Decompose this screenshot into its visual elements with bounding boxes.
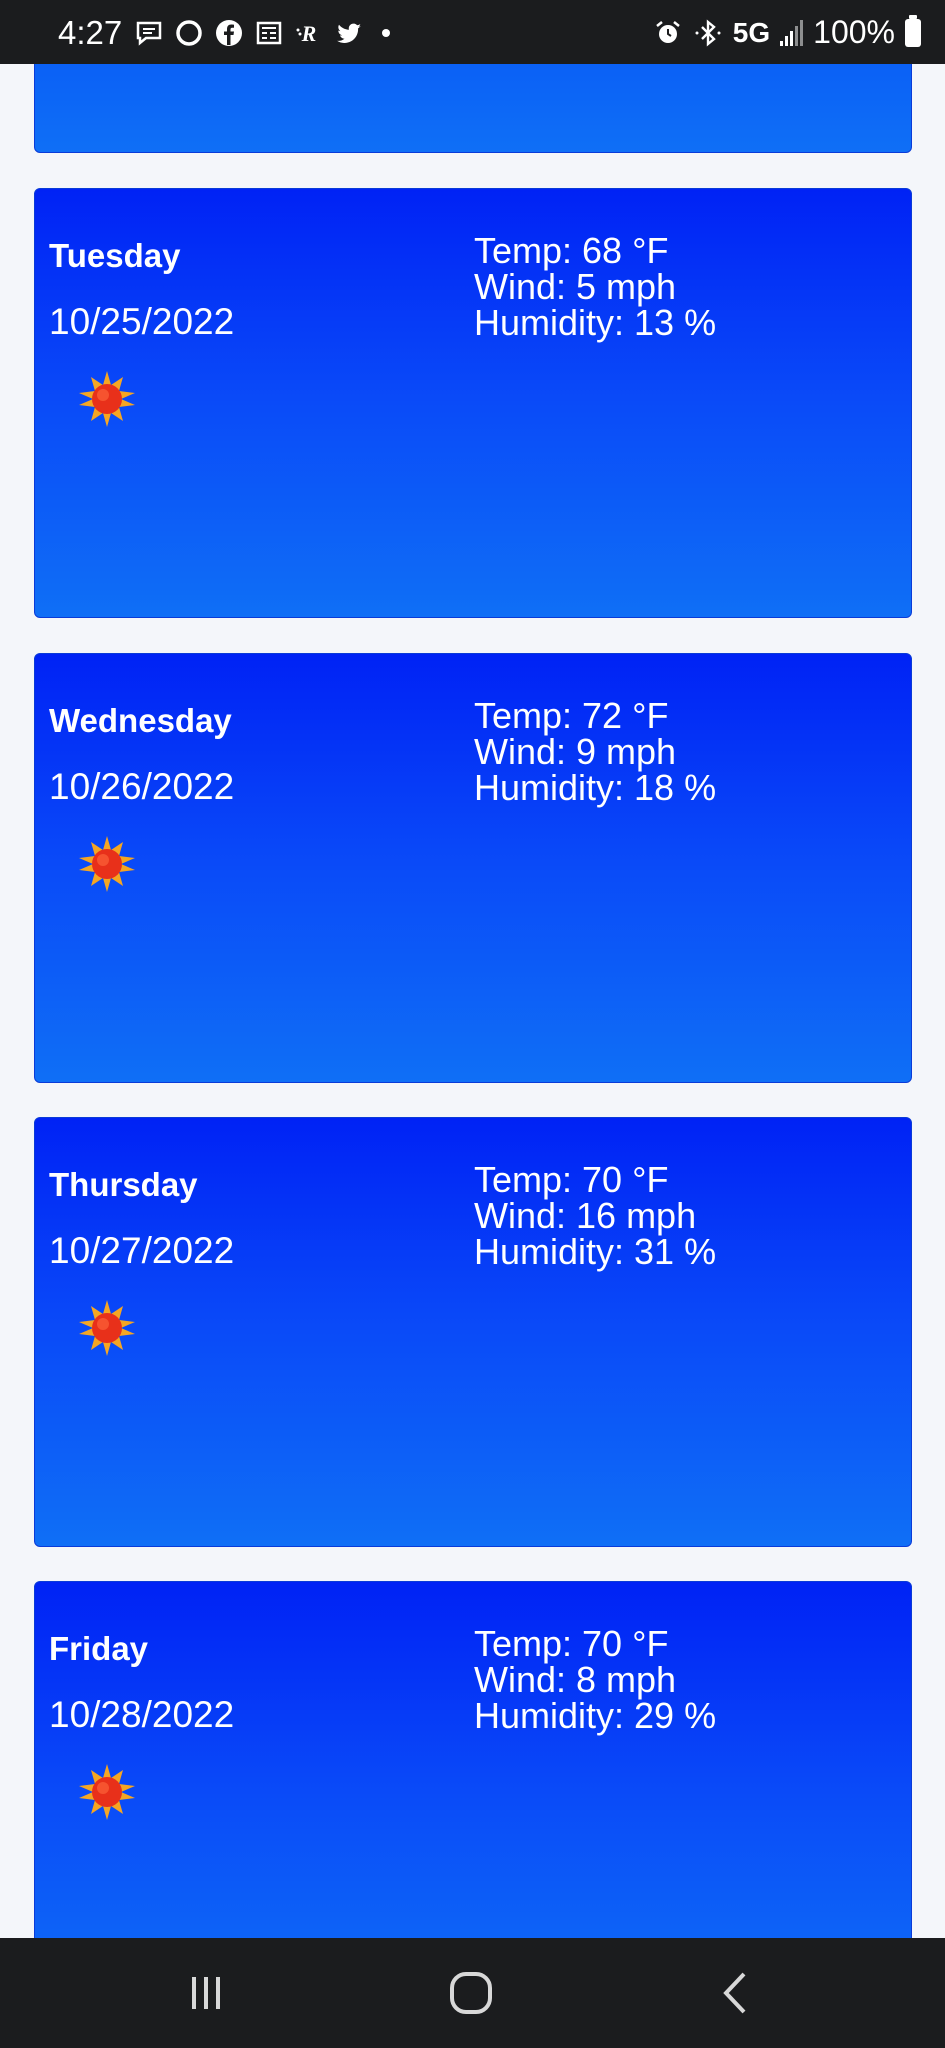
humidity-value: Humidity: 31 %: [474, 1231, 717, 1272]
alarm-icon: [656, 20, 680, 43]
screen: 4:27 R 5G 100% Tuesday 10/25/2022 Temp: …: [0, 0, 945, 2048]
temp-value: Temp: 70 °F: [474, 1623, 669, 1664]
wind-value: Wind: 5 mph: [474, 266, 677, 307]
wind-value: Wind: 9 mph: [474, 731, 677, 772]
weather-stats: Temp: 70 °F Wind: 16 mph Humidity: 31 %: [474, 1162, 716, 1270]
forecast-card-partial: [34, 64, 912, 153]
weather-stats: Temp: 70 °F Wind: 8 mph Humidity: 29 %: [474, 1626, 716, 1734]
forecast-card: Thursday 10/27/2022 Temp: 70 °F Wind: 16…: [34, 1117, 912, 1547]
sun-icon: [79, 371, 135, 427]
ring-icon: [176, 20, 202, 46]
news-icon: [256, 21, 282, 45]
temp-value: Temp: 72 °F: [474, 695, 669, 736]
svg-text:R: R: [301, 21, 317, 46]
recent-apps-icon: [192, 1977, 220, 2009]
status-time: 4:27: [58, 14, 123, 51]
weather-stats: Temp: 68 °F Wind: 5 mph Humidity: 13 %: [474, 233, 716, 341]
temp-value: Temp: 68 °F: [474, 230, 669, 271]
system-status: 5G 100%: [653, 14, 921, 51]
recent-apps-button[interactable]: [176, 1968, 236, 2018]
wind-value: Wind: 8 mph: [474, 1659, 677, 1700]
network-type: 5G: [732, 16, 771, 48]
forecast-card: Wednesday 10/26/2022 Temp: 72 °F Wind: 9…: [34, 653, 912, 1083]
day-name: Friday: [49, 1630, 149, 1667]
home-button[interactable]: [441, 1968, 501, 2018]
day-date: 10/27/2022: [49, 1230, 235, 1271]
bluetooth-icon: [695, 18, 721, 47]
navigation-bar: [0, 1938, 945, 2048]
twitter-icon: [337, 23, 361, 43]
facebook-icon: [216, 20, 242, 46]
day-name: Wednesday: [49, 702, 232, 739]
humidity-value: Humidity: 18 %: [474, 767, 717, 808]
sun-icon: [79, 836, 135, 892]
battery-icon: [905, 14, 921, 47]
humidity-value: Humidity: 13 %: [474, 302, 717, 343]
humidity-value: Humidity: 29 %: [474, 1695, 717, 1736]
r-app-icon: R: [296, 21, 317, 46]
forecast-card: Tuesday 10/25/2022 Temp: 68 °F Wind: 5 m…: [34, 188, 912, 618]
battery-percent: 100%: [813, 14, 895, 50]
status-bar: 4:27 R 5G 100%: [0, 0, 945, 64]
back-button[interactable]: [706, 1968, 766, 2018]
message-icon: [136, 21, 162, 46]
day-date: 10/25/2022: [49, 301, 235, 342]
signal-icon: [780, 19, 804, 46]
sun-icon: [79, 1300, 135, 1356]
back-icon: [723, 1972, 746, 2014]
notification-icons: R: [134, 18, 390, 48]
forecast-list[interactable]: Tuesday 10/25/2022 Temp: 68 °F Wind: 5 m…: [0, 64, 945, 1938]
day-date: 10/28/2022: [49, 1694, 235, 1735]
sun-icon: [79, 1764, 135, 1820]
more-notifications-dot: [382, 29, 390, 37]
day-name: Thursday: [49, 1166, 198, 1203]
wind-value: Wind: 16 mph: [474, 1195, 697, 1236]
forecast-card: Friday 10/28/2022 Temp: 70 °F Wind: 8 mp…: [34, 1581, 912, 1938]
day-date: 10/26/2022: [49, 766, 235, 807]
temp-value: Temp: 70 °F: [474, 1159, 669, 1200]
weather-stats: Temp: 72 °F Wind: 9 mph Humidity: 18 %: [474, 698, 716, 806]
home-icon: [450, 1972, 492, 2014]
day-name: Tuesday: [49, 237, 181, 274]
